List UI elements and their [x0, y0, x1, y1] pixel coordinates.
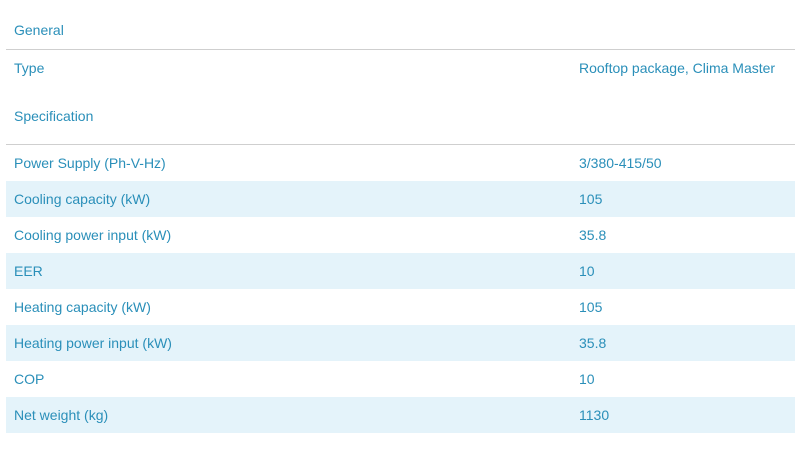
row-label: Heating power input (kW): [14, 335, 172, 351]
row-label: Heating capacity (kW): [14, 299, 151, 315]
table-row: Net weight (kg) 1130: [6, 397, 795, 433]
row-label: Power Supply (Ph-V-Hz): [14, 155, 166, 171]
spec-table: General Type Rooftop package, Clima Mast…: [6, 0, 795, 433]
table-row: Power Supply (Ph-V-Hz) 3/380-415/50: [6, 145, 795, 181]
table-row: COP 10: [6, 361, 795, 397]
row-label: Type: [14, 60, 45, 76]
row-label: EER: [14, 263, 43, 279]
row-value: 105: [579, 191, 603, 207]
row-value: 35.8: [579, 335, 607, 351]
row-value: 3/380-415/50: [579, 155, 662, 171]
section-heading-general: General: [6, 0, 795, 50]
row-value: 1130: [579, 407, 610, 423]
table-row: Heating capacity (kW) 105: [6, 289, 795, 325]
row-label: Cooling capacity (kW): [14, 191, 151, 207]
row-value: 105: [579, 299, 603, 315]
row-value: 10: [579, 263, 595, 279]
row-label: Net weight (kg): [14, 407, 109, 423]
table-row: Cooling power input (kW) 35.8: [6, 217, 795, 253]
row-value: 35.8: [579, 227, 607, 243]
section-heading-specification: Specification: [6, 108, 795, 145]
table-row: Cooling capacity (kW) 105: [6, 181, 795, 217]
table-row: Heating power input (kW) 35.8: [6, 325, 795, 361]
section-title: General: [14, 22, 64, 38]
row-label: COP: [14, 371, 45, 387]
table-row: Type Rooftop package, Clima Master: [6, 50, 795, 86]
section-title: Specification: [14, 108, 94, 124]
row-value: Rooftop package, Clima Master: [579, 60, 776, 76]
row-value: 10: [579, 371, 595, 387]
row-label: Cooling power input (kW): [14, 227, 172, 243]
table-row: EER 10: [6, 253, 795, 289]
